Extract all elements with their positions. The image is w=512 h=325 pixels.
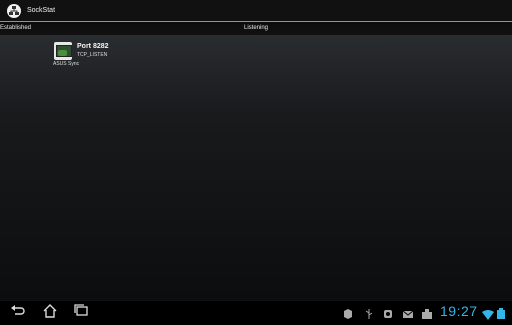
battery-icon[interactable] (497, 306, 507, 319)
clock[interactable]: 19:27 (440, 303, 478, 319)
notification-app-icon[interactable] (343, 306, 353, 319)
wifi-icon[interactable] (482, 307, 494, 320)
sync-icon[interactable] (383, 306, 393, 318)
list-item[interactable]: Port 8282 TCP_LISTEN ASUS Sync (53, 42, 174, 72)
system-bar: 19:27 (0, 300, 512, 321)
action-bar: SockStat (0, 0, 512, 21)
app-logo-icon[interactable] (7, 3, 21, 18)
item-state: TCP_LISTEN (77, 52, 108, 58)
tab-established[interactable]: Established (0, 22, 31, 35)
item-app-name: ASUS Sync (53, 61, 80, 67)
download-icon[interactable] (422, 306, 432, 319)
mail-icon[interactable] (402, 306, 414, 318)
tab-bar: Established Listening (0, 21, 512, 35)
usb-icon[interactable] (364, 306, 374, 319)
listening-list: Port 8282 TCP_LISTEN ASUS Sync (0, 35, 512, 300)
item-port: Port 8282 (77, 43, 109, 50)
app-icon (54, 42, 72, 60)
screen: SockStat Established Listening Port 8282… (0, 0, 512, 321)
tab-listening[interactable]: Listening (244, 22, 268, 35)
recent-apps-icon[interactable] (71, 303, 91, 319)
back-icon[interactable] (8, 303, 28, 319)
home-icon[interactable] (40, 303, 60, 319)
app-title: SockStat (27, 7, 56, 14)
